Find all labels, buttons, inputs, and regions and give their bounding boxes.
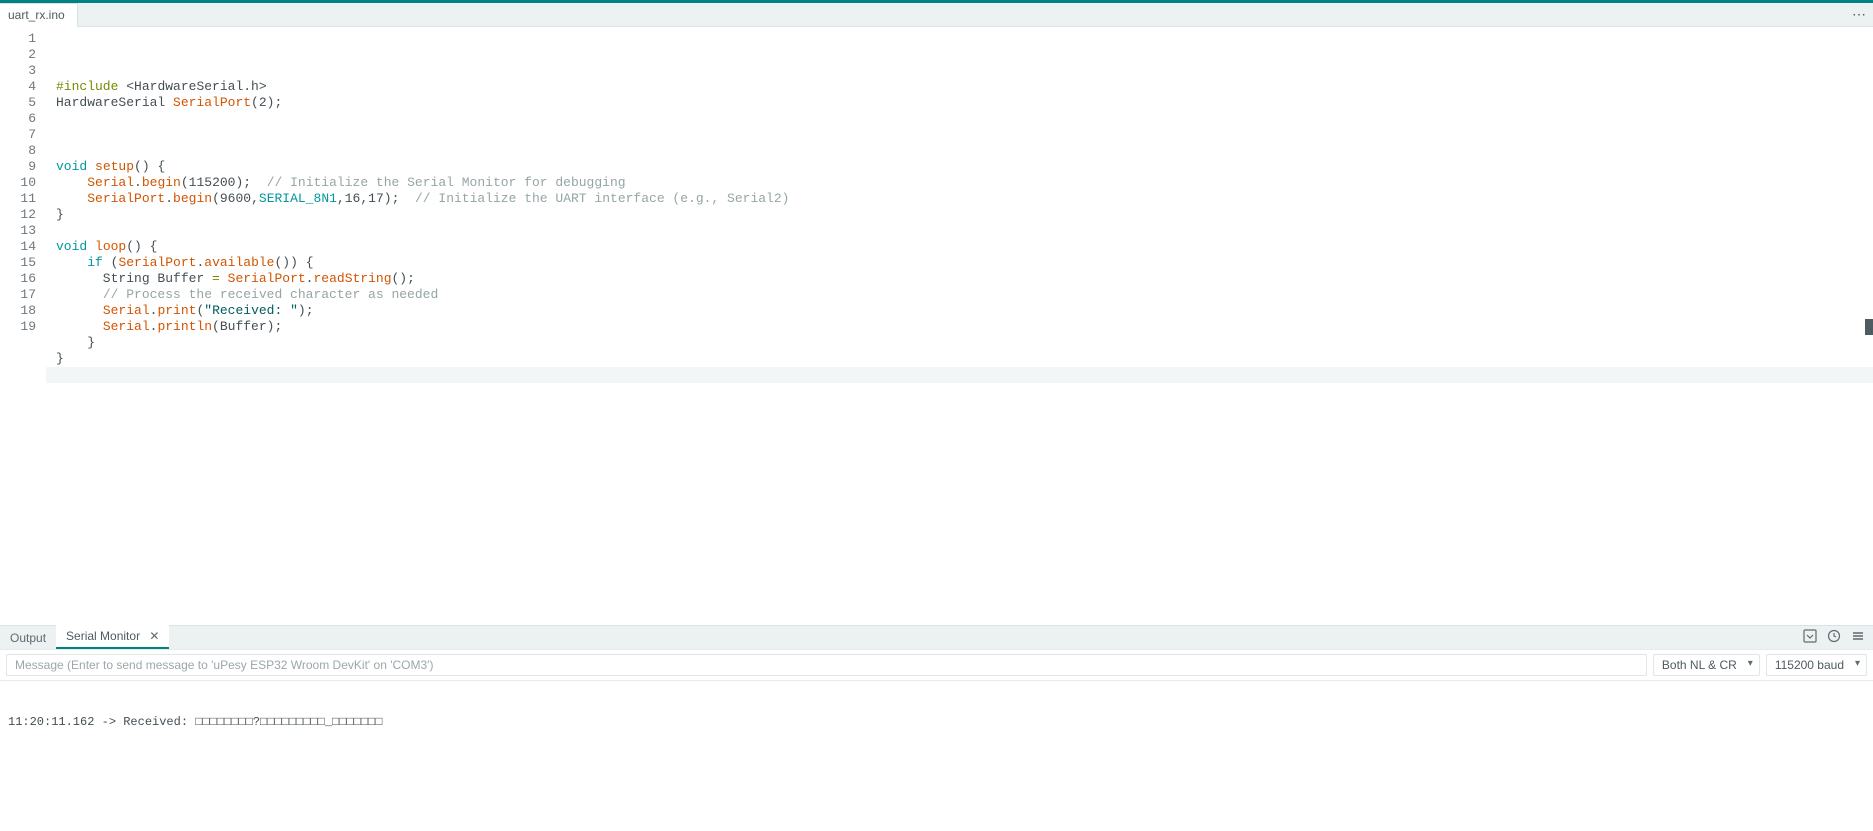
baud-rate-select[interactable]: 115200 baud (1766, 654, 1867, 676)
line-number: 6 (0, 111, 36, 127)
line-number: 5 (0, 95, 36, 111)
code-line[interactable]: SerialPort.begin(9600,SERIAL_8N1,16,17);… (46, 191, 1873, 207)
line-number: 4 (0, 79, 36, 95)
toggle-autoscroll-button[interactable] (1801, 628, 1819, 646)
clear-output-button[interactable] (1849, 628, 1867, 646)
line-number: 12 (0, 207, 36, 223)
line-number: 3 (0, 63, 36, 79)
line-number: 11 (0, 191, 36, 207)
code-line[interactable]: Serial.println(Buffer); (46, 319, 1873, 335)
file-tab-label: uart_rx.ino (8, 8, 65, 22)
line-number: 1 (0, 31, 36, 47)
code-line[interactable]: Serial.begin(115200); // Initialize the … (46, 175, 1873, 191)
panel-toolbar (1801, 628, 1867, 646)
code-line[interactable]: HardwareSerial SerialPort(2); (46, 95, 1873, 111)
line-number: 13 (0, 223, 36, 239)
close-icon[interactable]: ✕ (149, 629, 159, 643)
line-number: 14 (0, 239, 36, 255)
code-line[interactable]: void setup() { (46, 159, 1873, 175)
baud-rate-value: 115200 baud (1775, 658, 1844, 672)
code-line[interactable]: if (SerialPort.available()) { (46, 255, 1873, 271)
tab-serial-monitor-label: Serial Monitor (66, 629, 140, 643)
code-line[interactable]: // Process the received character as nee… (46, 287, 1873, 303)
line-number: 7 (0, 127, 36, 143)
clock-icon (1827, 629, 1841, 646)
serial-send-input[interactable] (6, 654, 1647, 676)
line-number: 10 (0, 175, 36, 191)
line-number-gutter: 12345678910111213141516171819 (0, 27, 46, 625)
line-ending-select[interactable]: Both NL & CR (1653, 654, 1760, 676)
minimap-cursor-indicator (1865, 319, 1873, 335)
line-number: 18 (0, 303, 36, 319)
line-number: 8 (0, 143, 36, 159)
code-editor[interactable]: 12345678910111213141516171819 #include <… (0, 27, 1873, 625)
code-line[interactable]: } (46, 207, 1873, 223)
code-line[interactable] (46, 367, 1873, 383)
serial-console[interactable]: 11:20:11.162 -> Received: □□□□□□□□?□□□□□… (0, 681, 1873, 831)
chevron-down-boxed-icon (1803, 629, 1817, 646)
line-number: 9 (0, 159, 36, 175)
code-line[interactable]: } (46, 335, 1873, 351)
code-line[interactable] (46, 143, 1873, 159)
line-ending-value: Both NL & CR (1662, 658, 1737, 672)
toggle-timestamp-button[interactable] (1825, 628, 1843, 646)
code-line[interactable] (46, 111, 1873, 127)
line-number: 2 (0, 47, 36, 63)
file-tab-active[interactable]: uart_rx.ino (0, 3, 78, 27)
code-line[interactable]: #include <HardwareSerial.h> (46, 79, 1873, 95)
code-line[interactable]: void loop() { (46, 239, 1873, 255)
code-line[interactable]: String Buffer = SerialPort.readString(); (46, 271, 1873, 287)
tab-serial-monitor[interactable]: Serial Monitor ✕ (56, 625, 169, 649)
code-line[interactable]: } (46, 351, 1873, 367)
bottom-panel-tabs: Output Serial Monitor ✕ (0, 625, 1873, 649)
file-tab-bar: uart_rx.ino ⋯ (0, 3, 1873, 27)
code-line[interactable]: Serial.print("Received: "); (46, 303, 1873, 319)
tab-overflow-button[interactable]: ⋯ (1852, 6, 1867, 23)
ellipsis-icon: ⋯ (1852, 6, 1867, 22)
serial-console-line: 11:20:11.162 -> Received: □□□□□□□□?□□□□□… (8, 715, 1865, 729)
clear-lines-icon (1851, 629, 1865, 646)
tab-output[interactable]: Output (0, 627, 56, 649)
line-number: 17 (0, 287, 36, 303)
code-line[interactable] (46, 127, 1873, 143)
line-number: 16 (0, 271, 36, 287)
line-number: 19 (0, 319, 36, 335)
tab-output-label: Output (10, 631, 46, 645)
code-area[interactable]: #include <HardwareSerial.h>HardwareSeria… (46, 27, 1873, 625)
code-line[interactable] (46, 223, 1873, 239)
line-number: 15 (0, 255, 36, 271)
serial-send-row: Both NL & CR 115200 baud (0, 649, 1873, 681)
